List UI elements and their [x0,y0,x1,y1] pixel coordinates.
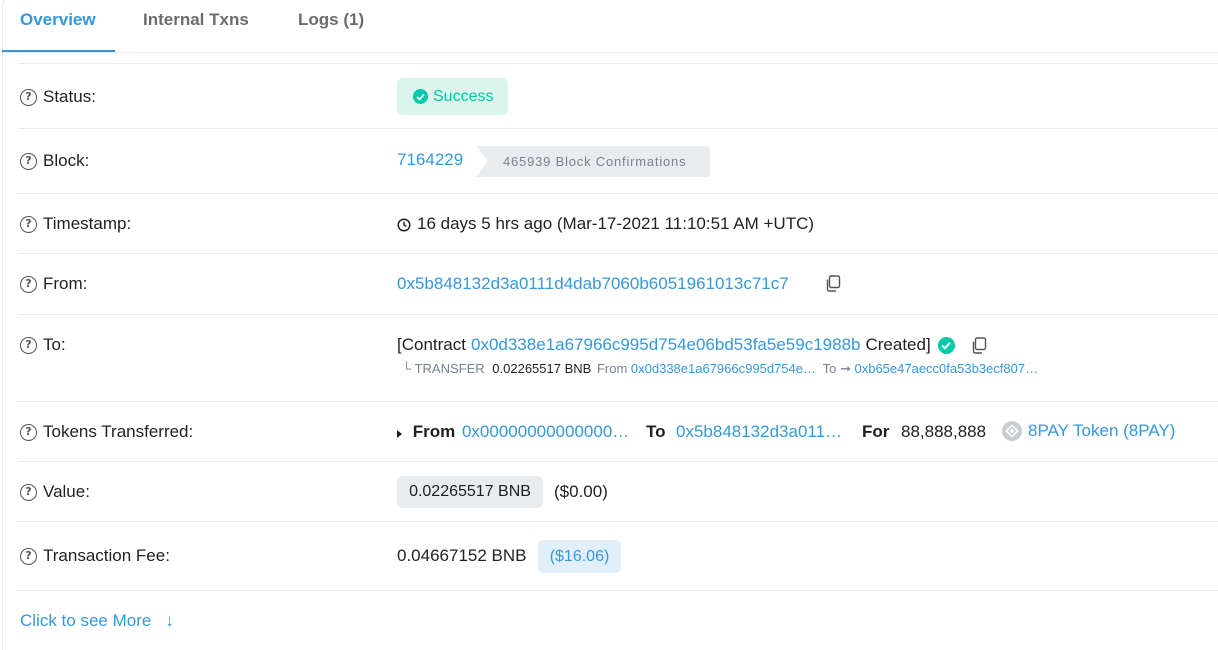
value-usd: ($0.00) [554,482,608,501]
block-number-link[interactable]: 7164229 [397,150,463,170]
timestamp-label: Timestamp: [43,214,132,233]
divider [18,521,1218,522]
copy-icon[interactable] [825,275,841,292]
divider [18,193,1218,194]
fee-label: Transaction Fee: [43,546,170,565]
help-icon[interactable]: ? [20,483,37,501]
active-tab-indicator [2,50,115,52]
internal-transfer-row: └ TRANSFER 0.02265517 BNB From 0x0d338e1… [402,361,1038,377]
help-icon[interactable]: ? [20,423,37,441]
to-prefix: [Contract [397,335,466,354]
token-from-address-link[interactable]: 0x00000000000000… [462,422,629,441]
check-circle-icon [937,336,955,354]
block-confirmations-tag: 465939 Block Confirmations [476,146,710,177]
token-for-label: For [862,422,890,441]
divider [18,63,1218,64]
transfer-to-label: To [822,361,837,376]
help-icon[interactable]: ? [20,275,37,293]
value-amount-pill: 0.02265517 BNB [397,476,543,508]
copy-icon[interactable] [971,337,987,354]
fee-usd-pill: ($16.06) [538,540,621,573]
to-label: To: [43,335,66,354]
from-address-link[interactable]: 0x5b848132d3a0111d4dab7060b6051961013c71… [397,274,789,294]
transfer-from-label: From [596,361,628,376]
token-link-row: 8PAY Token (8PAY) [1002,421,1175,441]
to-contract-row: [Contract 0x0d338e1a67966c995d754e06bd53… [397,335,987,355]
from-label: From: [43,274,88,293]
block-confirmations: 465939 Block Confirmations [503,154,687,169]
to-suffix: Created] [865,335,931,354]
caret-right-icon [397,423,402,443]
token-amount: 88,888,888 [901,422,987,441]
arrow-right-icon: ➞ [839,361,851,376]
to-label-row: ? To: [20,335,66,355]
transfer-amount: 0.02265517 BNB [492,361,592,376]
from-label-row: ? From: [20,274,87,294]
fee-amount: 0.04667152 BNB [397,546,527,565]
transfer-to-address-link[interactable]: 0xb65e47aecc0fa53b3ecf807… [854,361,1038,376]
see-more-label[interactable]: Click to see More [20,611,151,631]
help-icon[interactable]: ? [20,88,37,106]
check-circle-icon [413,89,428,104]
arrow-down-icon[interactable]: ↓ [165,611,174,631]
divider [18,461,1218,462]
fee-usd: ($16.06) [549,547,610,565]
transfer-from-address-link[interactable]: 0x0d338e1a67966c995d754e… [631,361,816,376]
divider [18,253,1218,254]
status-value: Success [433,87,494,105]
help-icon[interactable]: ? [20,215,37,233]
status-label-row: ? Status: [20,87,96,107]
divider [18,128,1218,129]
help-icon[interactable]: ? [20,547,37,565]
token-to-address-link[interactable]: 0x5b848132d3a011… [676,422,842,442]
tokens-label-row: ? Tokens Transferred: [20,422,193,442]
see-more-link[interactable]: Click to see More ↓ [20,611,174,631]
divider [18,401,1218,402]
value-amount: 0.02265517 BNB [409,483,531,500]
token-transfer-row: From 0x00000000000000… [397,422,629,443]
status-badge: Success [397,78,508,115]
tab-overview[interactable]: Overview [20,10,96,30]
help-icon[interactable]: ? [20,336,37,354]
status-label: Status: [43,87,96,106]
divider [18,314,1218,315]
token-icon [1002,421,1022,441]
tokens-label: Tokens Transferred: [43,422,194,441]
help-icon[interactable]: ? [20,152,37,170]
token-to-label: To [646,422,666,441]
timestamp-label-row: ? Timestamp: [20,214,131,234]
value-label: Value: [43,482,90,501]
tab-bar: Overview Internal Txns Logs (1) [0,0,1218,53]
tab-internal-txns[interactable]: Internal Txns [143,10,249,30]
clock-icon [397,217,411,232]
tab-logs[interactable]: Logs (1) [298,10,364,30]
to-contract-address-link[interactable]: 0x0d338e1a67966c995d754e06bd53fa5e59c198… [471,335,861,355]
block-label: Block: [43,151,90,170]
token-name-link[interactable]: 8PAY Token (8PAY) [1028,421,1175,441]
timestamp-value: 16 days 5 hrs ago (Mar-17-2021 11:10:51 … [417,214,815,233]
timestamp-value-row: 16 days 5 hrs ago (Mar-17-2021 11:10:51 … [397,214,814,234]
fee-label-row: ? Transaction Fee: [20,546,170,566]
block-label-row: ? Block: [20,151,89,171]
value-label-row: ? Value: [20,482,90,502]
transfer-type: └ TRANSFER [402,361,485,376]
token-from-label: From [412,422,456,441]
divider [18,590,1218,591]
